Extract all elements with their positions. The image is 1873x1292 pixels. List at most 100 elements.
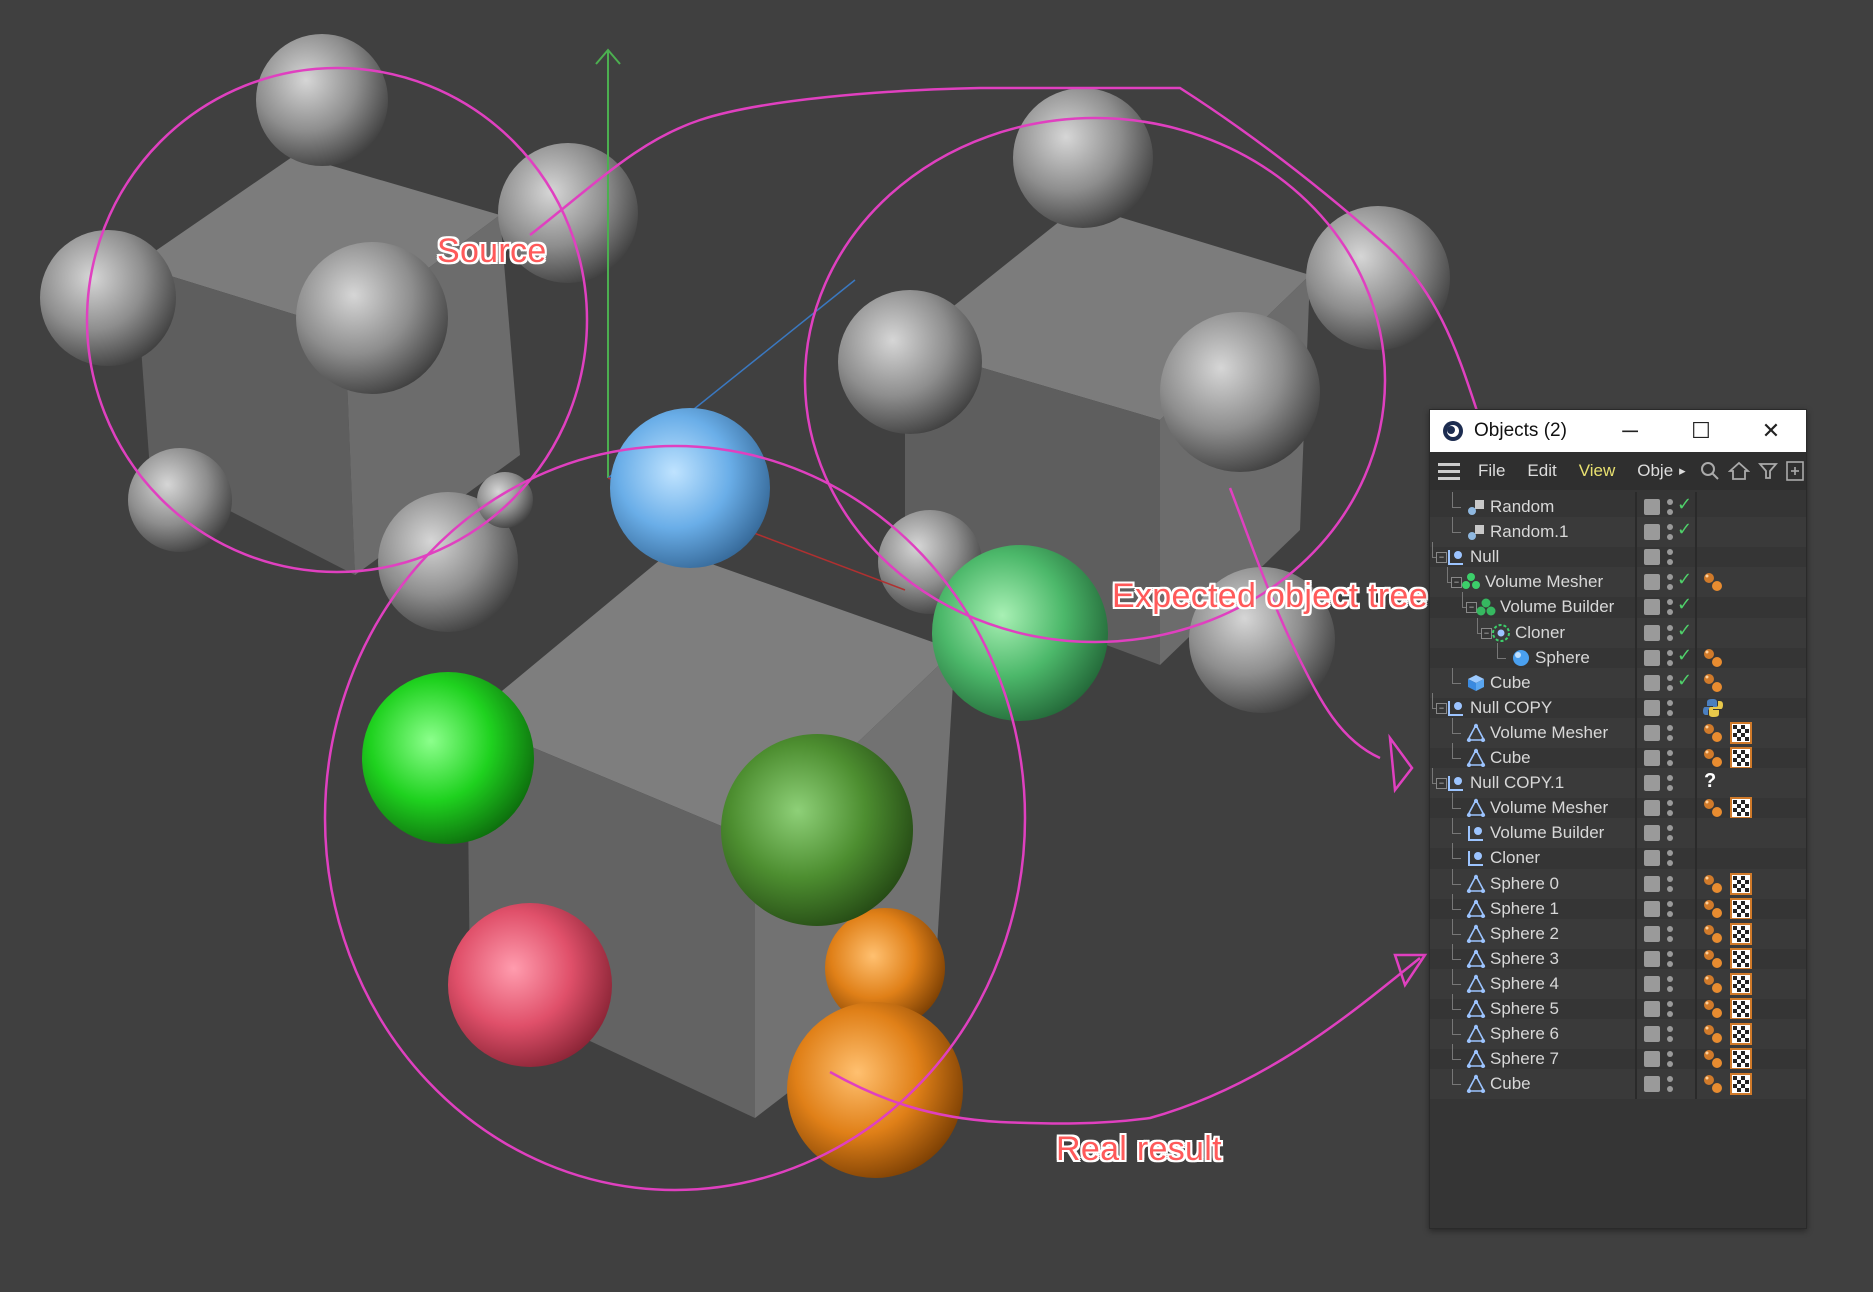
layer-toggle-icon[interactable] bbox=[1644, 524, 1660, 541]
layer-toggle-icon[interactable] bbox=[1644, 649, 1660, 666]
tree-row[interactable]: Cube bbox=[1430, 1069, 1806, 1100]
visibility-dots-icon[interactable] bbox=[1666, 624, 1674, 642]
material-tag-icon[interactable] bbox=[1702, 1048, 1724, 1070]
layer-toggle-icon[interactable] bbox=[1644, 900, 1660, 917]
unknown-tag-icon[interactable]: ? bbox=[1704, 770, 1716, 793]
visibility-dots-icon[interactable] bbox=[1666, 573, 1674, 591]
checker-tag-icon[interactable] bbox=[1730, 922, 1752, 945]
material-tag-icon[interactable] bbox=[1702, 923, 1724, 945]
visibility-dots-icon[interactable] bbox=[1666, 523, 1674, 541]
checker-tag-icon[interactable] bbox=[1730, 972, 1752, 995]
layer-toggle-icon[interactable] bbox=[1644, 750, 1660, 766]
material-tag-icon[interactable] bbox=[1702, 647, 1724, 669]
checker-tag-icon[interactable] bbox=[1730, 947, 1752, 970]
checker-tag-icon[interactable] bbox=[1730, 1073, 1752, 1096]
material-tag-icon[interactable] bbox=[1702, 898, 1724, 920]
visibility-dots-icon[interactable] bbox=[1666, 724, 1674, 742]
checker-tag-icon[interactable] bbox=[1730, 1023, 1752, 1046]
visibility-dots-icon[interactable] bbox=[1666, 674, 1674, 692]
layer-toggle-icon[interactable] bbox=[1644, 800, 1660, 817]
layer-toggle-icon[interactable] bbox=[1644, 1051, 1660, 1068]
objects-titlebar[interactable]: Objects (2) ─ ☐ ✕ bbox=[1430, 410, 1806, 452]
layer-toggle-icon[interactable] bbox=[1644, 699, 1660, 716]
menu-more-icon[interactable]: ▸ bbox=[1679, 463, 1686, 479]
layer-toggle-icon[interactable] bbox=[1644, 1076, 1660, 1093]
visibility-dots-icon[interactable] bbox=[1666, 749, 1674, 767]
checker-tag-icon[interactable] bbox=[1730, 721, 1752, 744]
material-tag-icon[interactable] bbox=[1702, 797, 1724, 819]
checker-tag-icon[interactable] bbox=[1730, 797, 1752, 820]
filter-icon[interactable] bbox=[1757, 461, 1778, 481]
menu-edit[interactable]: Edit bbox=[1527, 461, 1556, 481]
layer-toggle-icon[interactable] bbox=[1644, 1001, 1660, 1017]
enabled-check-icon[interactable]: ✓ bbox=[1677, 519, 1692, 540]
visibility-dots-icon[interactable] bbox=[1666, 1075, 1674, 1093]
layer-toggle-icon[interactable] bbox=[1644, 674, 1660, 691]
layer-toggle-icon[interactable] bbox=[1644, 724, 1660, 741]
enabled-check-icon[interactable]: ✓ bbox=[1677, 670, 1692, 691]
checker-tag-icon[interactable] bbox=[1730, 1048, 1752, 1071]
menu-file[interactable]: File bbox=[1478, 461, 1505, 481]
object-name[interactable]: Cube bbox=[1490, 1069, 1531, 1099]
search-icon[interactable] bbox=[1700, 461, 1720, 481]
checker-tag-icon[interactable] bbox=[1730, 872, 1752, 895]
layer-toggle-icon[interactable] bbox=[1644, 499, 1660, 515]
maximize-button[interactable]: ☐ bbox=[1666, 410, 1736, 452]
checker-tag-icon[interactable] bbox=[1730, 998, 1752, 1020]
material-tag-icon[interactable] bbox=[1702, 747, 1724, 769]
material-tag-icon[interactable] bbox=[1702, 998, 1724, 1020]
layer-toggle-icon[interactable] bbox=[1644, 875, 1660, 892]
layer-toggle-icon[interactable] bbox=[1644, 825, 1660, 842]
visibility-dots-icon[interactable] bbox=[1666, 598, 1674, 616]
layer-toggle-icon[interactable] bbox=[1644, 975, 1660, 992]
hamburger-menu-icon[interactable] bbox=[1438, 462, 1460, 480]
minimize-button[interactable]: ─ bbox=[1595, 410, 1665, 452]
visibility-dots-icon[interactable] bbox=[1666, 498, 1674, 516]
close-button[interactable]: ✕ bbox=[1736, 410, 1806, 452]
visibility-dots-icon[interactable] bbox=[1666, 1050, 1674, 1068]
material-tag-icon[interactable] bbox=[1702, 873, 1724, 895]
visibility-dots-icon[interactable] bbox=[1666, 824, 1674, 842]
material-tag-icon[interactable] bbox=[1702, 1023, 1724, 1045]
new-window-icon[interactable] bbox=[1785, 461, 1804, 481]
menu-view[interactable]: View bbox=[1579, 461, 1616, 481]
material-tag-icon[interactable] bbox=[1702, 1073, 1724, 1095]
layer-toggle-icon[interactable] bbox=[1644, 624, 1660, 641]
visibility-dots-icon[interactable] bbox=[1666, 900, 1674, 918]
enabled-check-icon[interactable]: ✓ bbox=[1677, 620, 1692, 641]
material-tag-icon[interactable] bbox=[1702, 948, 1724, 970]
home-icon[interactable] bbox=[1727, 461, 1750, 481]
visibility-dots-icon[interactable] bbox=[1666, 950, 1674, 968]
layer-toggle-icon[interactable] bbox=[1644, 775, 1660, 792]
enabled-check-icon[interactable]: ✓ bbox=[1677, 645, 1692, 666]
material-tag-icon[interactable] bbox=[1702, 722, 1724, 744]
layer-toggle-icon[interactable] bbox=[1644, 574, 1660, 591]
visibility-dots-icon[interactable] bbox=[1666, 849, 1674, 867]
layer-toggle-icon[interactable] bbox=[1644, 549, 1660, 566]
enabled-check-icon[interactable]: ✓ bbox=[1677, 594, 1692, 615]
visibility-dots-icon[interactable] bbox=[1666, 1025, 1674, 1043]
layer-toggle-icon[interactable] bbox=[1644, 925, 1660, 942]
python-tag-icon[interactable] bbox=[1702, 697, 1724, 719]
visibility-dots-icon[interactable] bbox=[1666, 975, 1674, 993]
material-tag-icon[interactable] bbox=[1702, 571, 1724, 593]
visibility-dots-icon[interactable] bbox=[1666, 699, 1674, 717]
checker-tag-icon[interactable] bbox=[1730, 897, 1752, 920]
visibility-dots-icon[interactable] bbox=[1666, 774, 1674, 792]
visibility-dots-icon[interactable] bbox=[1666, 1000, 1674, 1018]
visibility-dots-icon[interactable] bbox=[1666, 925, 1674, 943]
menu-objects[interactable]: Obje bbox=[1637, 461, 1673, 481]
checker-tag-icon[interactable] bbox=[1730, 747, 1752, 769]
layer-toggle-icon[interactable] bbox=[1644, 1026, 1660, 1043]
layer-toggle-icon[interactable] bbox=[1644, 950, 1660, 967]
visibility-dots-icon[interactable] bbox=[1666, 799, 1674, 817]
material-tag-icon[interactable] bbox=[1702, 973, 1724, 995]
visibility-dots-icon[interactable] bbox=[1666, 548, 1674, 566]
layer-toggle-icon[interactable] bbox=[1644, 850, 1660, 867]
visibility-dots-icon[interactable] bbox=[1666, 649, 1674, 667]
material-tag-icon[interactable] bbox=[1702, 672, 1724, 694]
visibility-dots-icon[interactable] bbox=[1666, 875, 1674, 893]
enabled-check-icon[interactable]: ✓ bbox=[1677, 569, 1692, 590]
layer-toggle-icon[interactable] bbox=[1644, 599, 1660, 616]
enabled-check-icon[interactable]: ✓ bbox=[1677, 494, 1692, 515]
